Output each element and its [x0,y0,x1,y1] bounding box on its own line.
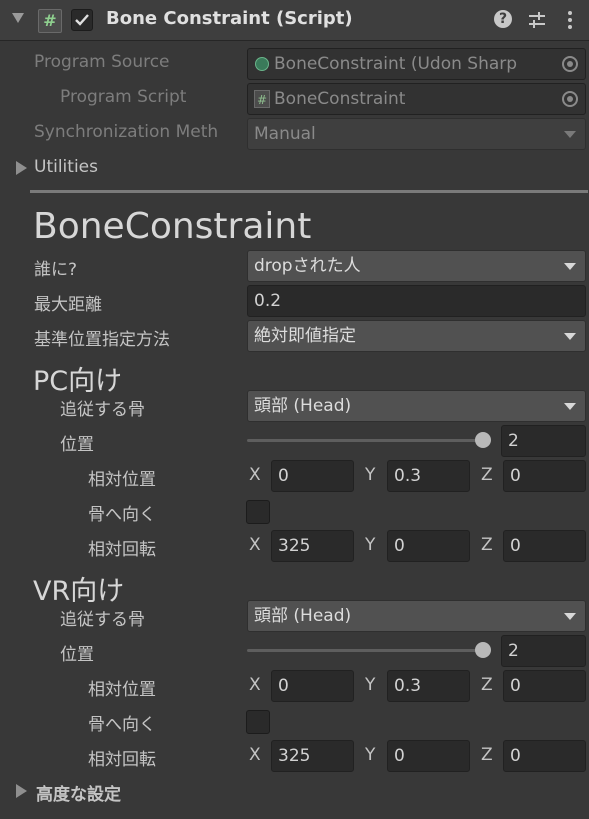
object-picker-icon[interactable] [562,91,578,107]
pc-bone-label: 追従する骨 [60,400,145,420]
vr-position-slider-knob[interactable] [475,642,491,658]
vr-position-field[interactable]: 2 [501,635,586,667]
axis-z-label: Z [481,535,493,555]
who-label: 誰に? [34,260,78,280]
axis-z-label: Z [481,745,493,765]
who-dropdown[interactable]: dropされた人 [247,250,586,282]
sync-method-label: Synchronization Meth [34,122,219,142]
method-label: 基準位置指定方法 [34,330,170,350]
axis-y-label: Y [365,745,376,765]
pc-position-slider[interactable] [247,439,491,442]
preset-icon[interactable] [527,10,547,30]
chevron-down-icon [564,333,576,340]
vr-bone-dropdown[interactable]: 頭部 (Head) [247,600,586,632]
max-distance-field[interactable]: 0.2 [247,285,586,317]
axis-x-label: X [249,535,261,555]
vr-relpos-label: 相対位置 [88,680,156,700]
max-distance-label: 最大距離 [34,295,102,315]
pc-relrot-y-field[interactable]: 0 [387,530,470,562]
section-title: BoneConstraint [33,206,312,247]
pc-relpos-x-field[interactable]: 0 [271,460,354,492]
axis-y-label: Y [365,465,376,485]
axis-y-label: Y [365,675,376,695]
vr-relrot-label: 相対回転 [88,750,156,770]
pc-relrot-z-field[interactable]: 0 [503,530,586,562]
pc-relrot-label: 相対回転 [88,540,156,560]
advanced-foldout[interactable]: 高度な設定 [36,780,121,805]
pc-position-field[interactable]: 2 [501,425,586,457]
script-icon: # [38,9,62,33]
kebab-menu-icon[interactable] [563,10,577,30]
chevron-down-icon [564,613,576,620]
axis-x-label: X [249,675,261,695]
program-script-label: Program Script [60,87,187,107]
sync-method-dropdown[interactable]: Manual [247,118,586,150]
chevron-down-icon [564,131,576,138]
vr-face-bone-checkbox[interactable] [246,710,270,734]
foldout-right-icon[interactable] [16,161,27,175]
vr-relrot-x-field[interactable]: 325 [271,740,354,772]
method-dropdown[interactable]: 絶対即値指定 [247,320,586,352]
axis-y-label: Y [365,535,376,555]
component-title: Bone Constraint (Script) [106,8,353,29]
vr-position-label: 位置 [60,645,94,665]
pc-heading: PC向け [33,366,123,397]
foldout-right-icon[interactable] [16,784,27,798]
pc-relrot-x-field[interactable]: 325 [271,530,354,562]
pc-face-bone-checkbox[interactable] [246,500,270,524]
check-icon [75,14,89,26]
pc-position-label: 位置 [60,435,94,455]
object-picker-icon[interactable] [562,56,578,72]
program-source-field[interactable]: BoneConstraint (Udon Sharp [247,48,586,80]
vr-relpos-x-field[interactable]: 0 [271,670,354,702]
axis-x-label: X [249,745,261,765]
vr-relpos-z-field[interactable]: 0 [503,670,586,702]
udon-asset-icon [255,57,269,71]
enabled-checkbox[interactable] [71,9,93,31]
help-icon[interactable]: ? [494,10,512,28]
vr-face-bone-label: 骨へ向く [88,715,156,735]
chevron-down-icon [564,403,576,410]
vr-position-slider[interactable] [247,649,491,652]
separator [30,190,588,193]
pc-relpos-z-field[interactable]: 0 [503,460,586,492]
pc-relpos-y-field[interactable]: 0.3 [387,460,470,492]
axis-z-label: Z [481,465,493,485]
axis-x-label: X [249,465,261,485]
pc-relpos-label: 相対位置 [88,470,156,490]
chevron-down-icon [564,263,576,270]
program-source-label: Program Source [34,52,170,72]
vr-bone-label: 追従する骨 [60,610,145,630]
program-script-field[interactable]: BoneConstraint [247,83,586,115]
script-file-icon: # [254,90,270,108]
vr-relpos-y-field[interactable]: 0.3 [387,670,470,702]
pc-position-slider-knob[interactable] [475,432,491,448]
vr-relrot-y-field[interactable]: 0 [387,740,470,772]
pc-bone-dropdown[interactable]: 頭部 (Head) [247,390,586,422]
pc-face-bone-label: 骨へ向く [88,505,156,525]
foldout-arrow-icon[interactable] [12,13,24,23]
vr-relrot-z-field[interactable]: 0 [503,740,586,772]
vr-heading: VR向け [33,576,125,607]
utilities-foldout[interactable]: Utilities [34,157,98,177]
axis-z-label: Z [481,675,493,695]
